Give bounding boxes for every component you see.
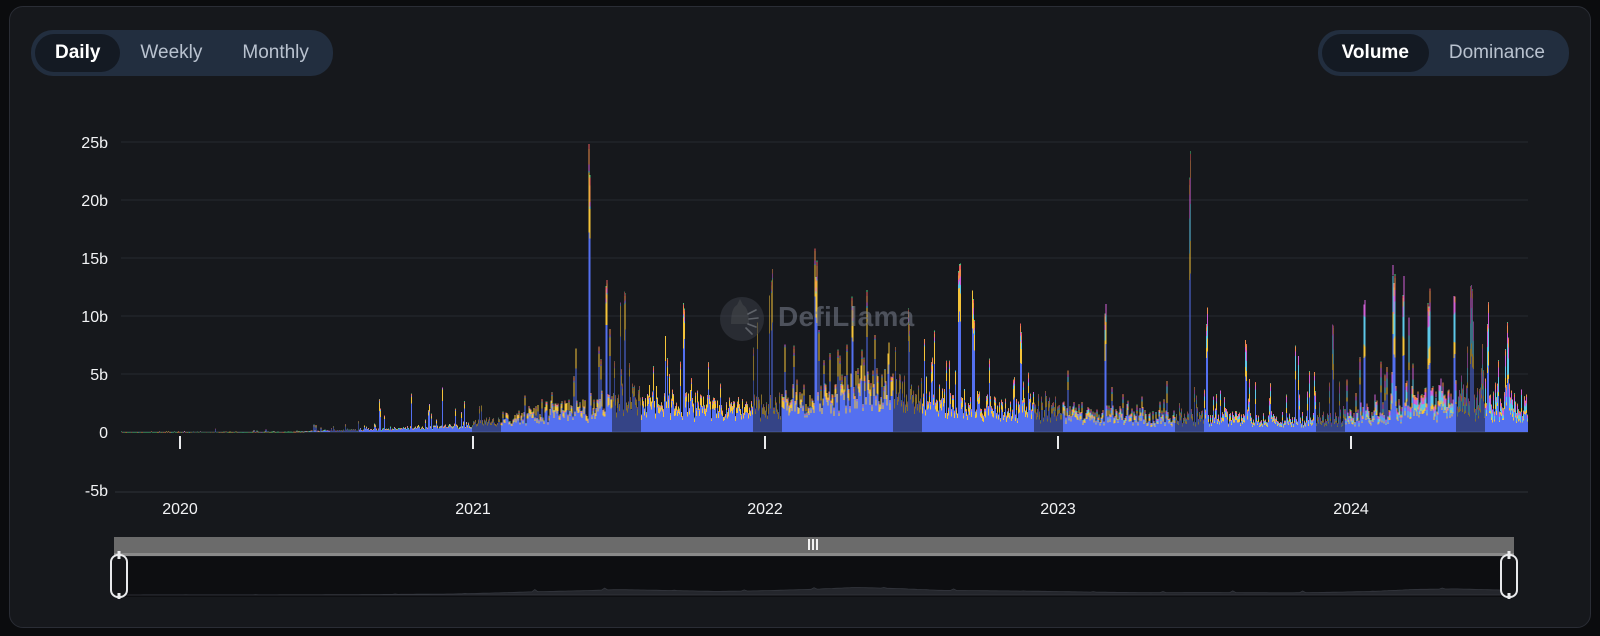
chart-svg: 25b 20b 15b 10b 5b 0 -5b 2020 2021 2022 2023 2024: [10, 107, 1591, 527]
tab-daily[interactable]: Daily: [35, 34, 120, 72]
tab-volume[interactable]: Volume: [1322, 34, 1429, 72]
x-axis-tick-label: 2021: [455, 501, 491, 518]
tab-dominance[interactable]: Dominance: [1429, 34, 1565, 72]
chart-zoom-slider[interactable]: [106, 529, 1522, 599]
y-axis-tick-label: 5b: [90, 367, 108, 384]
y-axis-tick-label: 15b: [81, 251, 108, 268]
metric-toggle-group: Volume Dominance: [1318, 30, 1569, 76]
y-axis-tick-label: -5b: [85, 483, 108, 500]
x-axis-tick-label: 2023: [1040, 501, 1076, 518]
zoom-handle-right[interactable]: [1501, 551, 1517, 599]
x-axis-tick-label: 2022: [747, 501, 783, 518]
chart-bars: [121, 144, 1528, 433]
x-axis-tick-label: 2024: [1333, 501, 1369, 518]
zoom-handle-left[interactable]: [111, 551, 127, 599]
y-axis-tick-label: 10b: [81, 309, 108, 326]
period-toggle-group: Daily Weekly Monthly: [31, 30, 333, 76]
y-axis-tick-label: 0: [99, 425, 108, 442]
tab-weekly[interactable]: Weekly: [120, 34, 222, 72]
y-axis-tick-label: 20b: [81, 193, 108, 210]
chart-card: Daily Weekly Monthly Volume Dominance 25…: [9, 6, 1591, 628]
chart-plot-area[interactable]: 25b 20b 15b 10b 5b 0 -5b 2020 2021 2022 2023 2024: [10, 107, 1591, 527]
zoom-move-grabber[interactable]: [808, 539, 818, 550]
tab-monthly[interactable]: Monthly: [222, 34, 329, 72]
x-axis-tick-label: 2020: [162, 501, 198, 518]
y-axis-tick-label: 25b: [81, 135, 108, 152]
zoom-slider-svg[interactable]: [106, 529, 1522, 599]
